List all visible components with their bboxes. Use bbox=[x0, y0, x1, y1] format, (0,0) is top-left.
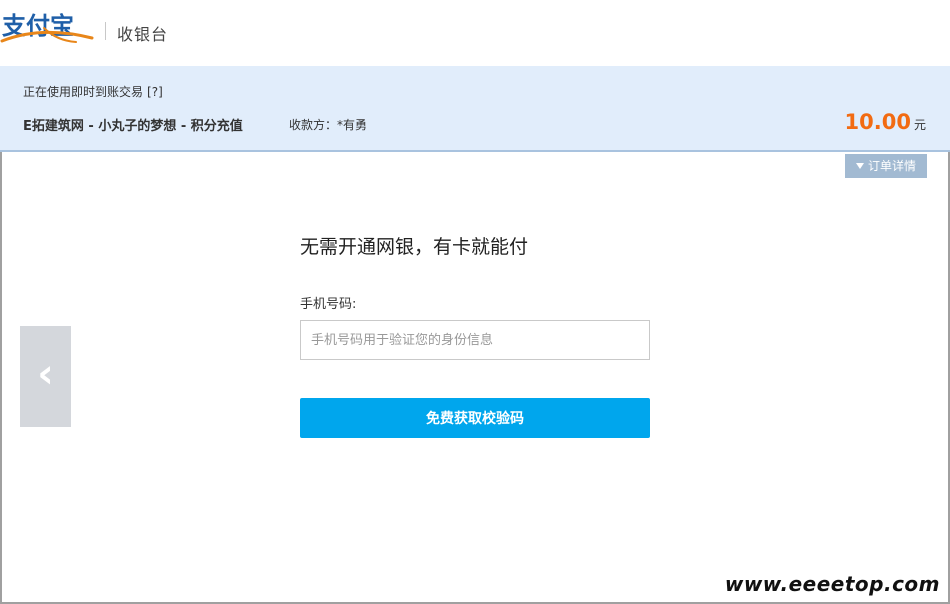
order-title: E拓建筑网 - 小丸子的梦想 - 积分充值 bbox=[23, 119, 243, 134]
payment-panel: 订单详情 ‹ 无需开通网银，有卡就能付 手机号码: 免费获取校验码 www.ee… bbox=[0, 152, 950, 604]
alipay-logo[interactable]: 支付宝 bbox=[0, 8, 96, 48]
currency-unit: 元 bbox=[913, 118, 926, 132]
order-info-bar: 正在使用即时到账交易 [?] E拓建筑网 - 小丸子的梦想 - 积分充值 收款方：… bbox=[0, 66, 950, 152]
phone-label: 手机号码: bbox=[300, 297, 357, 312]
alipay-logo-mark: 支付宝 bbox=[0, 12, 94, 43]
help-link[interactable]: [?] bbox=[147, 85, 163, 99]
page-title: 收银台 bbox=[117, 25, 169, 44]
form-heading: 无需开通网银，有卡就能付 bbox=[300, 236, 529, 258]
amount-value: 10.00 bbox=[844, 110, 911, 134]
phone-number-input[interactable] bbox=[300, 320, 650, 360]
order-detail-button[interactable]: 订单详情 bbox=[845, 154, 927, 178]
order-detail-label: 订单详情 bbox=[867, 159, 916, 173]
header-divider bbox=[105, 22, 106, 40]
header: 支付宝 收银台 bbox=[0, 0, 950, 66]
get-verification-code-button[interactable]: 免费获取校验码 bbox=[300, 398, 650, 438]
watermark: www.eeeetop.com bbox=[724, 572, 940, 596]
prev-arrow-button[interactable]: ‹ bbox=[20, 326, 71, 427]
triangle-down-icon bbox=[855, 163, 864, 169]
chevron-left-icon: ‹ bbox=[37, 351, 54, 397]
payee-info: 收款方：*有勇 bbox=[289, 118, 368, 132]
transaction-mode: 正在使用即时到账交易 [?] bbox=[23, 83, 163, 100]
order-amount: 10.00 元 bbox=[845, 110, 926, 134]
transaction-mode-text: 正在使用即时到账交易 bbox=[23, 85, 144, 99]
